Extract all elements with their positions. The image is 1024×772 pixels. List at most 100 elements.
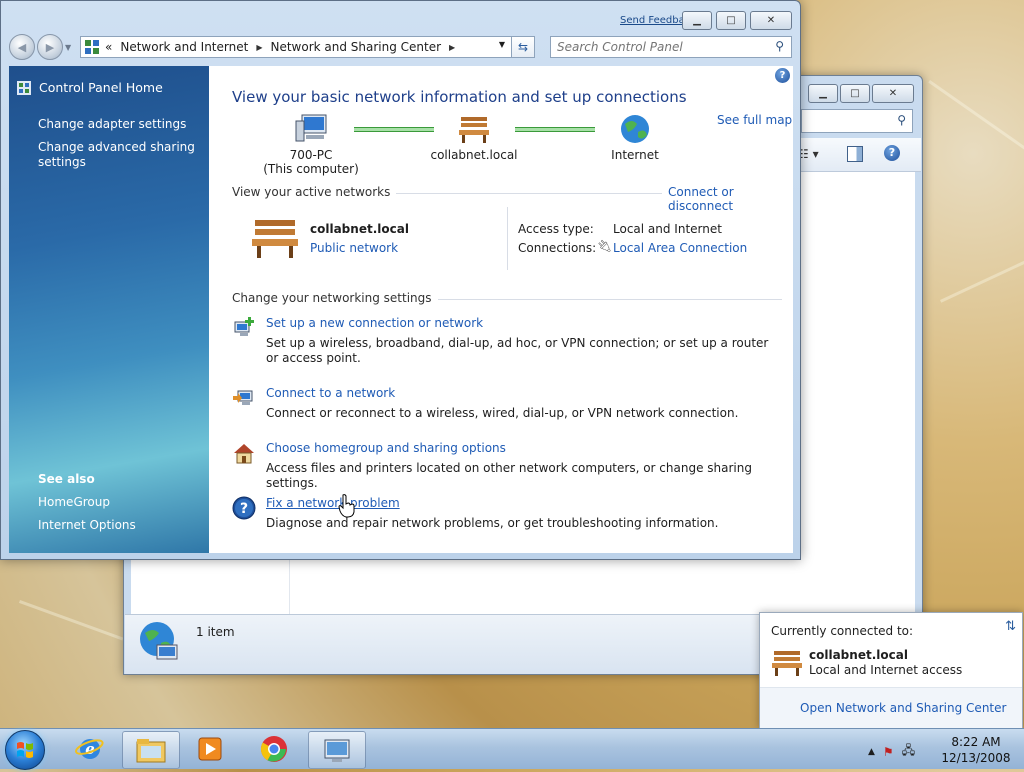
network-sharing-center-window[interactable]: Send Feedback ▁ □ ✕ ◀ ▶ ▼ « Network and … [0,0,801,560]
address-bar[interactable]: « Network and Internet ▶ Network and Sha… [80,36,512,58]
media-player-icon [198,737,222,761]
search-icon[interactable]: ⚲ [775,39,784,53]
windows-logo-icon [17,742,33,758]
wallpaper-streak [940,257,1024,303]
change-advanced-sharing-link[interactable]: Change advanced sharing settings [38,140,198,170]
taskbar-network-window[interactable] [308,731,366,769]
system-tray: ▲ ⚑ 🖧︎ [868,741,915,762]
connect-to-network-link[interactable]: Connect to a network [266,386,395,400]
network-name: collabnet.local [430,148,518,162]
control-panel-home-label: Control Panel Home [39,80,163,95]
control-panel-icon [17,80,31,95]
connect-or-disconnect-link[interactable]: Connect or disconnect [662,185,793,213]
network-tray-icon[interactable]: 🖧︎ [902,741,915,762]
preview-pane-icon[interactable] [847,146,863,162]
homegroup-sharing-description: Access files and printers located on oth… [266,461,752,490]
map-link-line [515,127,595,132]
minimize-button[interactable]: ▁ [808,84,838,103]
see-also-heading: See also [38,472,95,486]
see-full-map-link[interactable]: See full map [717,113,792,127]
search-box[interactable]: ⚲ [550,36,792,58]
map-node-computer[interactable]: 700-PC (This computer) [261,113,361,176]
search-input[interactable] [551,37,764,57]
back-button[interactable]: ◀ [9,34,35,60]
network-window-icon [324,739,350,762]
forward-button[interactable]: ▶ [37,34,63,60]
breadcrumb-overflow[interactable]: « [105,40,112,54]
back-search-input[interactable]: ⚲ [801,109,913,133]
new-connection-icon [234,317,254,336]
fix-network-problem-description: Diagnose and repair network problems, or… [266,516,719,530]
chevron-right-icon[interactable]: ▶ [449,43,455,52]
navigation-buttons: ◀ ▶ ▼ [9,34,71,60]
help-icon[interactable]: ? [775,68,790,83]
active-network-name: collabnet.local [310,222,409,236]
taskbar-media-player[interactable] [182,731,238,767]
action-center-flag-icon[interactable]: ⚑ [883,745,894,759]
start-button[interactable] [5,730,45,770]
search-icon: ⚲ [897,113,906,127]
maximize-icon: □ [726,15,736,26]
homegroup-sharing-link[interactable]: Choose homegroup and sharing options [266,441,506,455]
minimize-button[interactable]: ▁ [682,11,712,30]
flyout-network-name: collabnet.local [809,648,908,662]
troubleshoot-help-icon: ? [232,496,256,520]
breadcrumb-network-sharing-center[interactable]: Network and Sharing Center [270,40,441,54]
connect-network-icon [233,390,253,405]
refresh-connections-icon[interactable]: ⇅ [1005,619,1016,634]
recent-pages-dropdown[interactable]: ▼ [65,43,71,52]
address-dropdown-icon[interactable]: ▼ [499,40,505,49]
task-homegroup: Choose homegroup and sharing options Acc… [232,441,772,490]
open-network-sharing-center-link[interactable]: Open Network and Sharing Center [800,701,1006,715]
active-networks-header: View your active networks [232,185,397,199]
explorer-folder-icon [136,739,166,763]
map-node-internet[interactable]: Internet [585,113,685,162]
park-bench-icon [459,117,489,143]
refresh-button[interactable]: ⇆ [511,36,535,58]
network-flyout: Currently connected to: ⇅ collabnet.loca… [759,612,1023,729]
wallpaper-streak [18,600,124,641]
park-bench-icon [772,651,802,676]
computer-name: 700-PC [289,148,333,162]
maximize-button[interactable]: □ [716,11,746,30]
maximize-button[interactable]: □ [840,84,870,103]
map-node-network[interactable]: collabnet.local [424,113,524,162]
help-icon[interactable]: ? [884,145,900,161]
internet-options-link[interactable]: Internet Options [38,518,198,533]
change-adapter-settings-link[interactable]: Change adapter settings [38,117,198,132]
close-button[interactable]: ✕ [872,84,914,103]
networking-settings-header: Change your networking settings [232,291,438,305]
flyout-access-status: Local and Internet access [809,663,963,677]
taskbar-chrome[interactable] [246,731,302,767]
park-bench-icon [252,220,298,258]
control-panel-icon [85,40,99,54]
network-globe-icon [140,622,178,660]
chevron-right-icon[interactable]: ▶ [256,43,262,52]
arrow-left-icon: ◀ [17,40,27,54]
close-button[interactable]: ✕ [750,11,792,30]
internet-explorer-icon: e [75,739,104,759]
control-panel-home-link[interactable]: Control Panel Home [17,80,163,95]
wallpaper-streak [928,80,1024,152]
show-hidden-icons-button[interactable]: ▲ [868,747,875,757]
network-type-link[interactable]: Public network [310,241,398,255]
content-pane: ? View your basic network information an… [209,66,793,553]
system-clock[interactable]: 8:22 AM 12/13/2008 [940,734,1012,766]
view-options-button[interactable]: ☷ ▾ [798,147,819,161]
fix-network-problem-link[interactable]: Fix a network problem [266,496,400,510]
taskbar-windows-explorer[interactable] [122,731,180,769]
arrow-right-icon: ▶ [45,40,55,54]
local-area-connection-link[interactable]: Local Area Connection [613,241,747,255]
back-window-caption-buttons: ▁ □ ✕ [808,84,914,103]
globe-icon [621,115,649,143]
breadcrumb-network-and-internet[interactable]: Network and Internet [120,40,248,54]
taskbar-internet-explorer[interactable]: e [62,731,118,767]
minimize-icon: ▁ [819,88,827,99]
clock-date: 12/13/2008 [941,751,1011,765]
vertical-divider [507,207,508,270]
setup-connection-link[interactable]: Set up a new connection or network [266,316,483,330]
page-title: View your basic network information and … [232,88,687,106]
homegroup-link[interactable]: HomeGroup [38,495,198,510]
task-setup-connection: Set up a new connection or network Set u… [232,316,772,366]
computer-subtitle: (This computer) [263,162,359,176]
